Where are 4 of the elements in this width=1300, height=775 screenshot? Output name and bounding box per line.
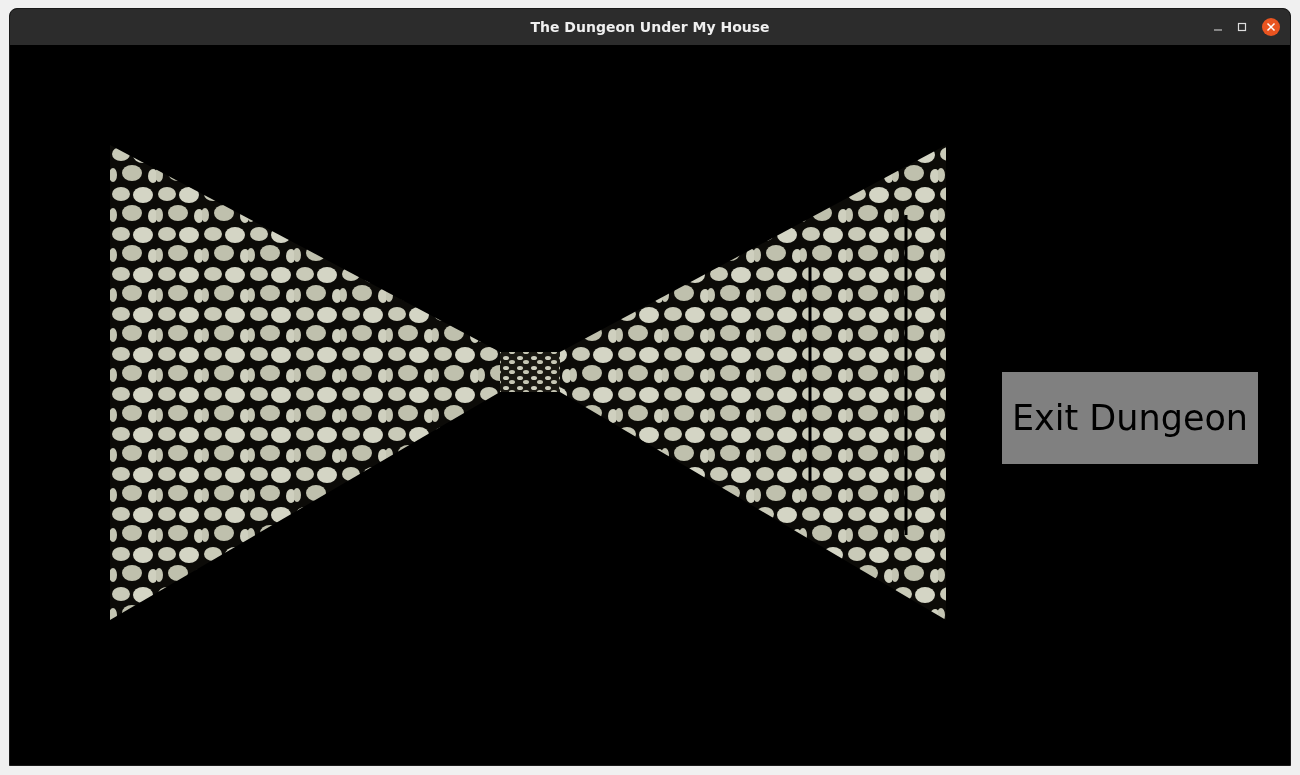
maximize-icon[interactable] bbox=[1237, 22, 1247, 32]
close-icon[interactable] bbox=[1261, 17, 1281, 37]
exit-dungeon-button[interactable]: Exit Dungeon bbox=[1002, 372, 1258, 464]
window-title: The Dungeon Under My House bbox=[530, 19, 770, 35]
